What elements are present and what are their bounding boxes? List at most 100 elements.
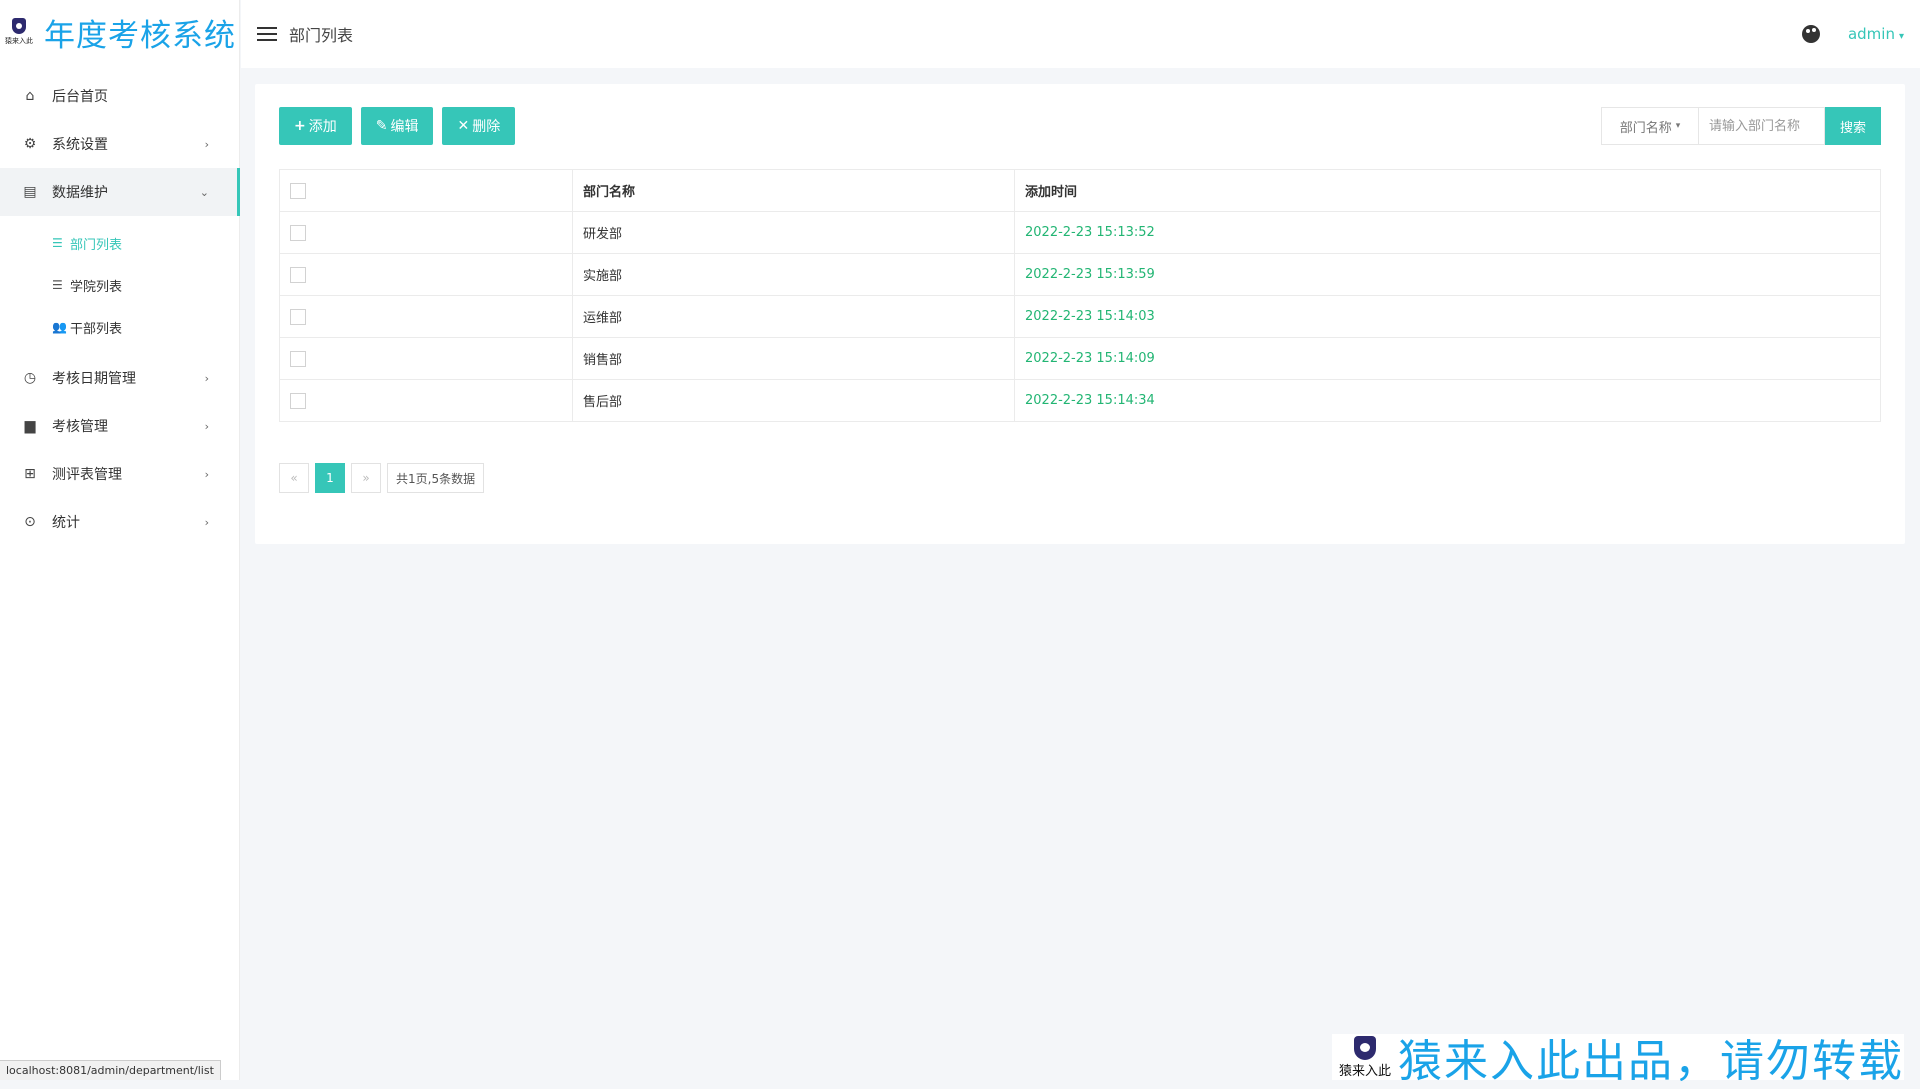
row-checkbox[interactable] xyxy=(290,225,306,241)
search-button[interactable]: 搜索 xyxy=(1825,107,1881,145)
sidebar-item-label: 测评表管理 xyxy=(52,464,122,484)
sidebar-item-statistics[interactable]: ⊙ 统计 › xyxy=(0,498,239,546)
chevron-right-icon: › xyxy=(205,372,209,385)
department-name-cell: 研发部 xyxy=(573,212,1015,254)
sidebar-item-college-list[interactable]: ☰ 学院列表 xyxy=(0,264,239,306)
brand-logo-text: 猿来入此 xyxy=(5,36,33,46)
sidebar-item-label: 部门列表 xyxy=(70,234,122,253)
sidebar-item-home[interactable]: ⌂ 后台首页 xyxy=(0,72,239,120)
chevron-down-icon: ⌄ xyxy=(200,186,209,199)
chevron-right-icon: › xyxy=(205,516,209,529)
sidebar-item-assessment-management[interactable]: ▆ 考核管理 › xyxy=(0,402,239,450)
department-name-cell: 售后部 xyxy=(573,380,1015,422)
sidebar-item-label: 数据维护 xyxy=(52,182,108,202)
calendar-icon: ▤ xyxy=(22,184,38,200)
target-icon: ⊙ xyxy=(22,514,38,530)
page-1-button[interactable]: 1 xyxy=(315,463,345,493)
gear-icon: ⚙ xyxy=(22,136,38,152)
row-select-cell xyxy=(280,338,573,380)
sidebar-item-evaluation-form[interactable]: ⊞ 测评表管理 › xyxy=(0,450,239,498)
home-icon: ⌂ xyxy=(22,88,38,104)
row-select-cell xyxy=(280,254,573,296)
chevron-right-icon: › xyxy=(205,468,209,481)
chevron-right-icon: › xyxy=(205,420,209,433)
add-button[interactable]: + 添加 xyxy=(279,107,352,145)
sidebar-item-label: 系统设置 xyxy=(52,134,108,154)
sidebar-item-label: 后台首页 xyxy=(52,86,108,106)
pencil-icon: ✎ xyxy=(376,118,388,134)
list-icon: ☰ xyxy=(52,236,66,250)
table-row[interactable]: 销售部 2022-2-23 15:14:09 xyxy=(280,338,1881,380)
browser-status-url: localhost:8081/admin/department/list xyxy=(0,1060,221,1080)
sidebar-item-label: 统计 xyxy=(52,512,80,532)
table-row[interactable]: 运维部 2022-2-23 15:14:03 xyxy=(280,296,1881,338)
watermark-text: 猿来入此出品，请勿转载 xyxy=(1398,1025,1904,1089)
chevron-right-icon: › xyxy=(205,138,209,151)
list-icon: ☰ xyxy=(52,278,66,292)
sidebar-item-system-settings[interactable]: ⚙ 系统设置 › xyxy=(0,120,239,168)
edit-button[interactable]: ✎ 编辑 xyxy=(361,107,434,145)
sidebar-item-label: 学院列表 xyxy=(70,276,122,295)
department-table: 部门名称 添加时间 研发部 2022-2-23 15:13:52 实施部 202… xyxy=(279,169,1881,422)
table-row[interactable]: 售后部 2022-2-23 15:14:34 xyxy=(280,380,1881,422)
header-department-name[interactable]: 部门名称 xyxy=(573,170,1015,212)
sidebar-item-department-list[interactable]: ☰ 部门列表 xyxy=(0,222,239,264)
search-field-label: 部门名称 xyxy=(1620,117,1672,136)
watermark-logo-text: 猿来入此 xyxy=(1339,1060,1391,1079)
submenu-data-maintenance: ☰ 部门列表 ☰ 学院列表 👥 干部列表 xyxy=(0,216,239,354)
row-checkbox[interactable] xyxy=(290,267,306,283)
sidebar: 猿来入此 年度考核系统 ⌂ 后台首页 ⚙ 系统设置 › ▤ 数据维护 ⌄ ☰ 部… xyxy=(0,0,240,1080)
add-time-cell: 2022-2-23 15:13:59 xyxy=(1015,254,1881,296)
brand-logo: 猿来入此 xyxy=(4,14,34,50)
search-input[interactable] xyxy=(1699,107,1825,145)
topbar: 部门列表 admin▾ xyxy=(241,0,1920,68)
pagination-info: 共1页,5条数据 xyxy=(387,463,484,493)
users-icon: 👥 xyxy=(52,320,66,334)
add-time-cell: 2022-2-23 15:14:34 xyxy=(1015,380,1881,422)
search-field-select[interactable]: 部门名称 ▾ xyxy=(1601,107,1699,145)
pagination: « 1 » 共1页,5条数据 xyxy=(279,463,484,493)
add-time-cell: 2022-2-23 15:14:09 xyxy=(1015,338,1881,380)
sidebar-item-data-maintenance[interactable]: ▤ 数据维护 ⌄ xyxy=(0,168,239,216)
sidebar-menu: ⌂ 后台首页 ⚙ 系统设置 › ▤ 数据维护 ⌄ ☰ 部门列表 ☰ 学院列表 xyxy=(0,72,239,546)
brand-title: 年度考核系统 xyxy=(44,10,236,55)
document-icon: ▆ xyxy=(22,418,38,434)
caret-down-icon: ▾ xyxy=(1899,31,1904,42)
clock-icon: ◷ xyxy=(22,370,38,386)
row-select-cell xyxy=(280,212,573,254)
add-time-cell: 2022-2-23 15:14:03 xyxy=(1015,296,1881,338)
sidebar-item-assessment-date[interactable]: ◷ 考核日期管理 › xyxy=(0,354,239,402)
toolbar: + 添加 ✎ 编辑 ✕ 删除 xyxy=(279,107,515,145)
page-title: 部门列表 xyxy=(289,22,353,46)
table-header-row: 部门名称 添加时间 xyxy=(280,170,1881,212)
row-select-cell xyxy=(280,296,573,338)
department-name-cell: 运维部 xyxy=(573,296,1015,338)
row-checkbox[interactable] xyxy=(290,393,306,409)
delete-button-label: 删除 xyxy=(472,116,500,136)
close-icon: ✕ xyxy=(457,118,469,134)
delete-button[interactable]: ✕ 删除 xyxy=(442,107,515,145)
shield-logo-icon xyxy=(1354,1036,1376,1060)
shield-logo-icon xyxy=(12,18,26,34)
content-panel: + 添加 ✎ 编辑 ✕ 删除 部门名称 ▾ 搜索 部门名称 添加时间 xyxy=(255,84,1905,544)
row-checkbox[interactable] xyxy=(290,309,306,325)
sidebar-item-label: 考核管理 xyxy=(52,416,108,436)
add-button-label: 添加 xyxy=(309,116,337,136)
prev-page-button[interactable]: « xyxy=(279,463,309,493)
brand[interactable]: 猿来入此 年度考核系统 xyxy=(0,0,239,64)
next-page-button[interactable]: » xyxy=(351,463,381,493)
sidebar-item-cadre-list[interactable]: 👥 干部列表 xyxy=(0,306,239,348)
header-add-time[interactable]: 添加时间 xyxy=(1015,170,1881,212)
row-checkbox[interactable] xyxy=(290,351,306,367)
search-bar: 部门名称 ▾ 搜索 xyxy=(1601,107,1881,145)
select-all-checkbox[interactable] xyxy=(290,183,306,199)
table-row[interactable]: 研发部 2022-2-23 15:13:52 xyxy=(280,212,1881,254)
user-menu[interactable]: admin▾ xyxy=(1848,25,1904,43)
sidebar-item-label: 考核日期管理 xyxy=(52,368,136,388)
edit-button-label: 编辑 xyxy=(390,116,418,136)
department-name-cell: 实施部 xyxy=(573,254,1015,296)
palette-icon[interactable] xyxy=(1802,25,1820,43)
menu-toggle-icon[interactable] xyxy=(257,23,277,45)
table-row[interactable]: 实施部 2022-2-23 15:13:59 xyxy=(280,254,1881,296)
caret-down-icon: ▾ xyxy=(1676,121,1681,131)
